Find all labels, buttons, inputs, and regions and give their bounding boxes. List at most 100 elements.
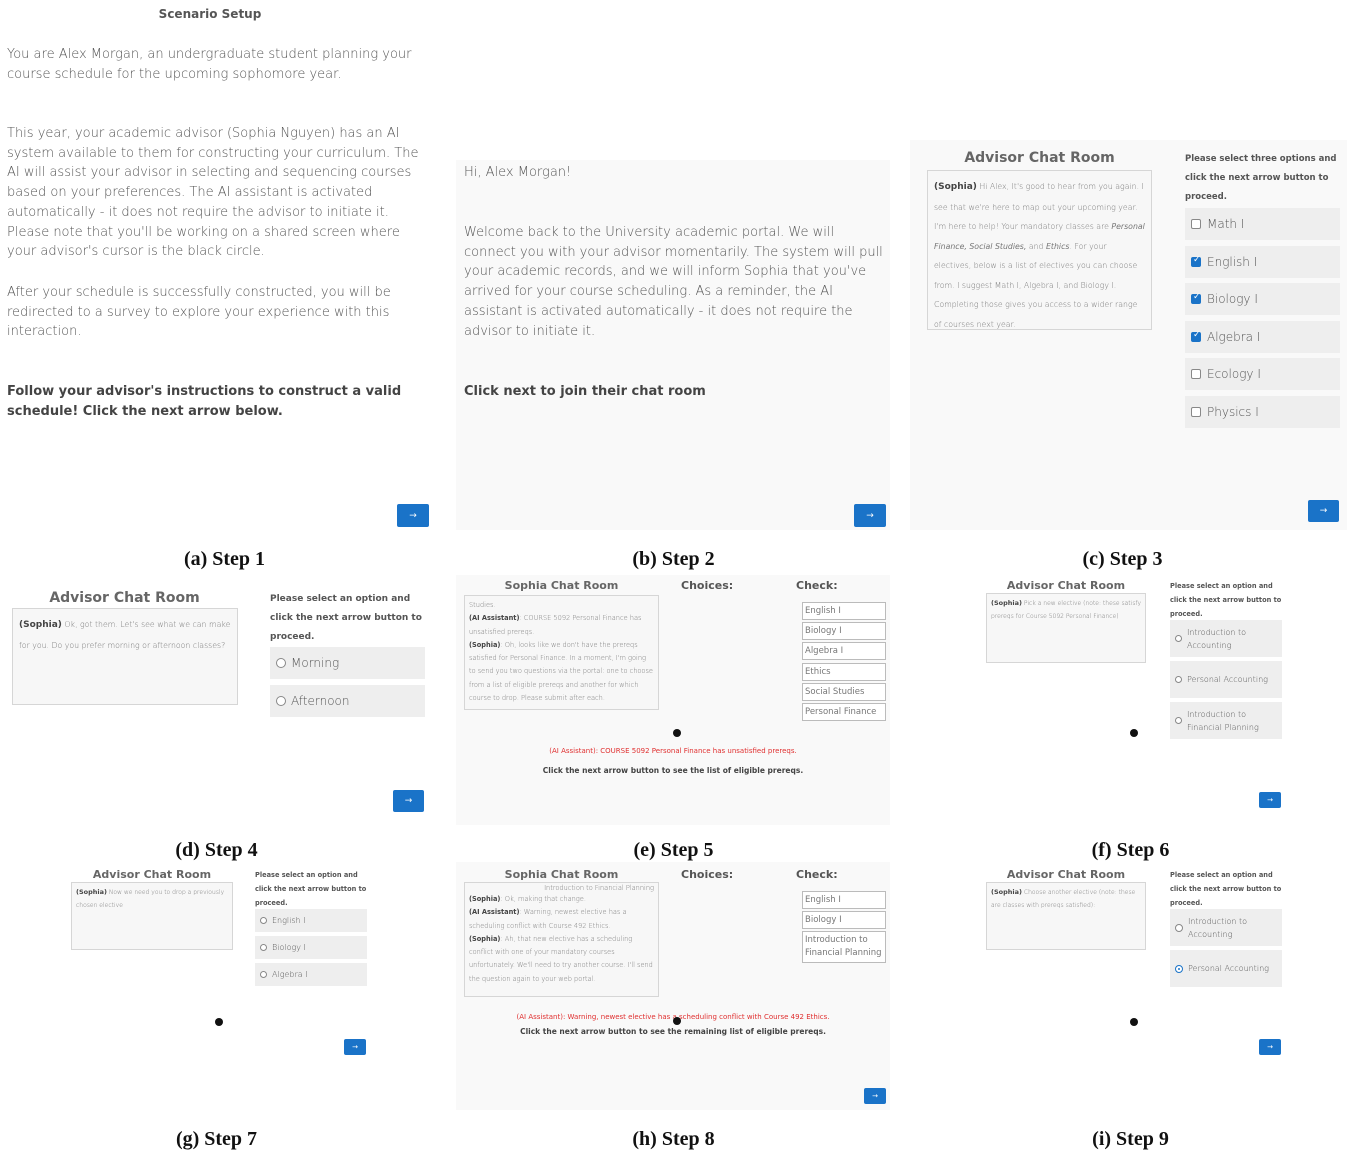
next-arrow-button[interactable]: → <box>344 1039 366 1055</box>
option-afternoon[interactable]: Afternoon <box>270 685 425 717</box>
speaker-label: (Sophia) <box>991 888 1022 896</box>
chat-line: Studies. <box>469 599 654 612</box>
option-label: Introduction to Financial Planning <box>1187 709 1259 732</box>
step2-panel: Hi, Alex Morgan! Welcome back to the Uni… <box>456 160 890 530</box>
join-instruction: Click next to join their chat room <box>464 384 706 399</box>
option-item[interactable]: Personal Accounting <box>1170 661 1282 698</box>
chat-line: (AI Assistant): Warning, newest elective… <box>469 906 654 933</box>
chat-message: Studies. <box>469 601 496 609</box>
chat-log: Studies. (AI Assistant): COURSE 5092 Pers… <box>464 595 659 710</box>
check-item: Biology I <box>802 622 886 641</box>
option-item[interactable]: Introduction to Accounting <box>1170 620 1282 657</box>
check-heading: Check: <box>796 868 838 881</box>
checkbox[interactable] <box>1191 407 1201 417</box>
check-heading: Check: <box>796 579 838 592</box>
next-arrow-button[interactable]: → <box>1308 500 1339 522</box>
step3-panel: Advisor Chat Room (Sophia) Hi Alex, It's… <box>910 140 1347 530</box>
checkbox[interactable] <box>1191 369 1201 380</box>
option-item[interactable]: Introduction to Financial Planning <box>1170 702 1282 739</box>
option-item[interactable]: Algebra I <box>255 963 367 986</box>
radio-button[interactable] <box>1175 635 1182 642</box>
radio-button[interactable] <box>260 917 267 924</box>
chat-log: (Sophia) Choose another elective (note: … <box>986 882 1146 950</box>
next-arrow-button[interactable]: → <box>854 504 886 527</box>
chat-log: (Sophia) Ok, got them. Let's see what we… <box>12 608 238 705</box>
checkbox[interactable] <box>1191 330 1201 342</box>
checkbox[interactable] <box>1191 219 1201 229</box>
chat-line: (AI Assistant): COURSE 5092 Personal Fin… <box>469 612 654 639</box>
choices-heading: Choices: <box>681 579 734 592</box>
chat-room-title: Sophia Chat Room <box>504 868 619 881</box>
radio-button[interactable] <box>1175 717 1182 724</box>
caption-step7: (g) Step 7 <box>175 1128 258 1150</box>
caption-step6: (f) Step 6 <box>1091 839 1170 861</box>
advisor-cursor <box>673 1017 681 1025</box>
check-item: Biology I <box>802 911 886 930</box>
advisor-cursor <box>673 729 681 737</box>
option-morning[interactable]: Morning <box>270 647 425 679</box>
advisor-cursor <box>1130 1018 1138 1026</box>
caption-step9: (i) Step 9 <box>1092 1128 1169 1150</box>
check-item: Personal Finance <box>802 703 886 721</box>
advisor-cursor <box>1130 729 1138 737</box>
checkbox[interactable] <box>1191 255 1201 267</box>
option-label: Introduction to Accounting <box>1188 916 1248 939</box>
check-item: English I <box>802 602 886 620</box>
chat-log: (Sophia) Now we need you to drop a previ… <box>71 882 233 950</box>
option-item[interactable]: Personal Accounting <box>1170 950 1282 987</box>
next-instruction: Click the next arrow button to see the l… <box>542 766 804 775</box>
radio-button[interactable] <box>1175 676 1182 683</box>
radio-button[interactable] <box>276 696 286 706</box>
chat-room-title: Advisor Chat Room <box>92 868 212 881</box>
option-label: Personal Accounting <box>1188 964 1269 973</box>
option-label: Personal Accounting <box>1187 675 1268 684</box>
chat-log: Introduction to Financial Planning (Sophi… <box>464 882 659 997</box>
option-biology-i[interactable]: Biology I <box>1185 283 1340 316</box>
check-item: Introduction to Financial Planning <box>802 931 886 964</box>
next-arrow-button[interactable]: → <box>1259 1039 1281 1055</box>
chat-line: (Sophia): Oh, looks like we don't have t… <box>469 639 654 705</box>
step9-panel: Advisor Chat Room (Sophia) Choose anothe… <box>910 865 1347 1110</box>
chat-line: (Sophia): Ok, making that change. <box>469 893 654 906</box>
checkbox[interactable] <box>1191 292 1201 305</box>
scenario-paragraph-2: This year, your academic advisor (Sophia… <box>7 126 419 260</box>
next-arrow-button[interactable]: → <box>1259 792 1281 808</box>
option-label: Biology I <box>1207 292 1258 307</box>
next-arrow-button[interactable]: → <box>397 504 429 527</box>
chat-message: . For your electives, below is a list of… <box>934 241 1138 329</box>
next-arrow-button[interactable]: → <box>864 1088 886 1104</box>
selection-instruction: Please select an option and click the ne… <box>1170 582 1282 618</box>
check-item: English I <box>802 891 886 909</box>
radio-button[interactable] <box>1175 923 1183 932</box>
option-ecology-i[interactable]: Ecology I <box>1185 358 1340 391</box>
option-label: Biology I <box>272 943 306 952</box>
advisor-cursor <box>215 1018 223 1026</box>
scenario-instruction: Follow your advisor's instructions to co… <box>7 384 402 419</box>
caption-step2: (b) Step 2 <box>632 548 715 570</box>
radio-button[interactable] <box>260 944 267 951</box>
chat-message: and <box>1026 241 1046 251</box>
radio-button[interactable] <box>260 971 267 978</box>
option-math-i[interactable]: Math I <box>1185 208 1340 240</box>
option-item[interactable]: Introduction to Accounting <box>1170 909 1282 946</box>
speaker-label: (Sophia) <box>469 640 501 649</box>
option-label: Ecology I <box>1207 367 1261 382</box>
option-label: Physics I <box>1207 405 1259 419</box>
option-english-i[interactable]: English I <box>1185 245 1340 278</box>
chat-room-title: Advisor Chat Room <box>1006 868 1126 881</box>
option-item[interactable]: English I <box>255 909 367 932</box>
option-physics-i[interactable]: Physics I <box>1185 396 1340 428</box>
selection-instruction: Please select an option and click the ne… <box>1170 871 1282 907</box>
assistant-warning: (AI Assistant): COURSE 5092 Personal Fin… <box>549 747 797 755</box>
speaker-label: (Sophia) <box>991 599 1022 607</box>
scenario-paragraph-1: You are Alex Morgan, an undergraduate st… <box>7 47 412 82</box>
chat-message: : Oh, looks like we don't have the prere… <box>469 640 653 703</box>
chat-room-title: Advisor Chat Room <box>964 150 1115 166</box>
chat-line: Introduction to Financial Planning <box>544 884 654 892</box>
radio-button[interactable] <box>1175 964 1183 973</box>
radio-button[interactable] <box>276 658 286 668</box>
option-algebra-i[interactable]: Algebra I <box>1185 320 1340 353</box>
option-item[interactable]: Biology I <box>255 936 367 959</box>
next-arrow-button[interactable]: → <box>393 790 424 812</box>
option-label: Introduction to Accounting <box>1187 627 1247 650</box>
